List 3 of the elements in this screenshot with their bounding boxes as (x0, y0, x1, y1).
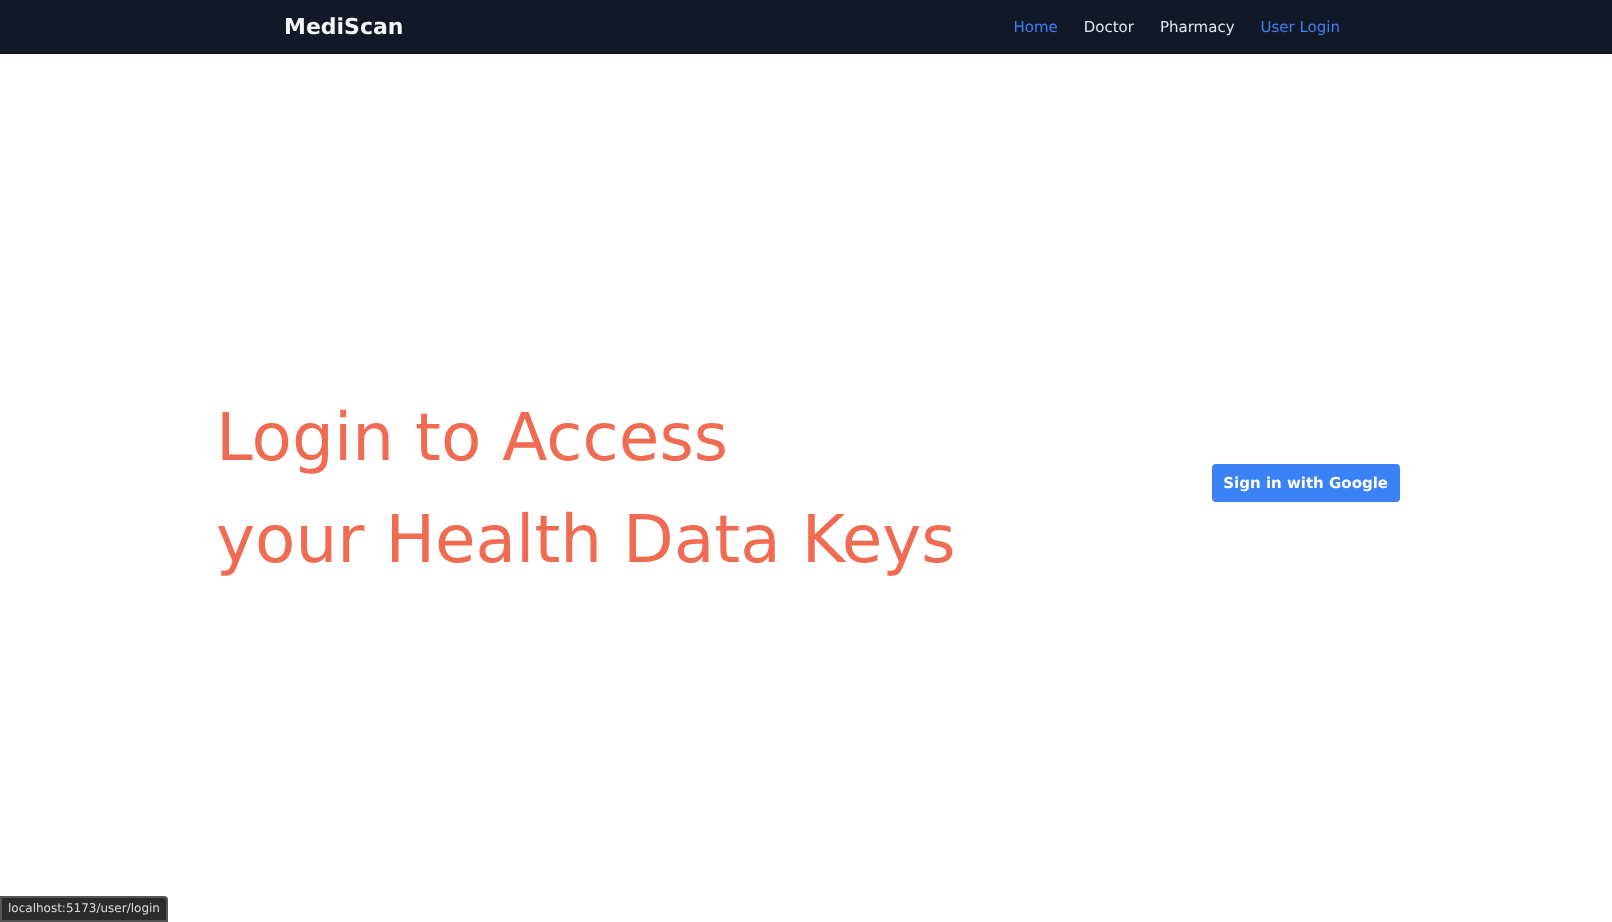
hero-heading: your Health Data Keys (216, 498, 956, 582)
brand-logo[interactable]: MediScan (284, 14, 404, 40)
hero-heading: Login to Access (216, 396, 731, 480)
